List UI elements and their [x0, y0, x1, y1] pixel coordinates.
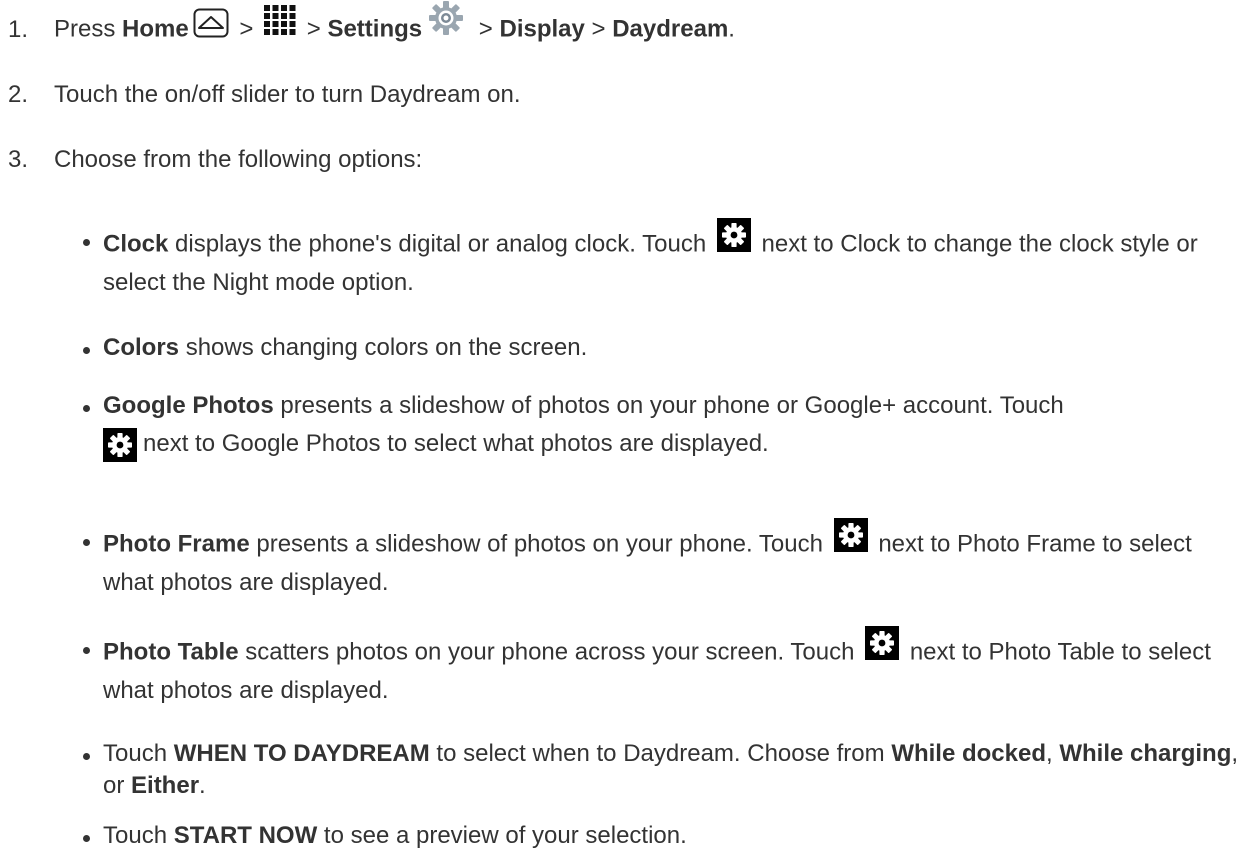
option-text: . — [199, 771, 206, 799]
option-line: next to Google Photos to select what pho… — [103, 427, 1243, 471]
bullet — [83, 646, 90, 654]
separator: > — [591, 15, 606, 43]
step-text: Touch the on/off slider to turn Daydream… — [54, 81, 521, 108]
option-text: Touch — [103, 740, 168, 767]
list-item-when-to-daydream: Touch WHEN TO DAYDREAM to select when to… — [83, 738, 1243, 801]
option-name: WHEN TO DAYDREAM — [173, 740, 430, 767]
option-text: to see a preview of your selection. — [323, 822, 687, 849]
bullet — [83, 238, 90, 246]
gear-icon — [865, 626, 900, 669]
list-item-photo-table: Photo Table scatters photos on your phon… — [83, 626, 1243, 706]
step-2: 2. Touch the on/off slider to turn Daydre… — [8, 79, 521, 111]
step-text: Choose from the following options: — [54, 146, 423, 173]
option-text: displays the phone's digital or analog c… — [175, 230, 707, 258]
option-name: Clock — [103, 230, 169, 258]
home-label: Home — [122, 15, 189, 43]
separator: > — [478, 15, 493, 43]
list-item-colors: Colors shows changing colors on the scre… — [83, 332, 1243, 364]
document-page: 1. Press Home > > Settings > Display > Da… — [0, 0, 1247, 863]
settings-gear-icon — [428, 0, 464, 45]
option-value: While charging — [1059, 740, 1232, 767]
home-icon — [193, 8, 229, 47]
list-item-photo-frame: Photo Frame presents a slideshow of phot… — [83, 518, 1243, 598]
option-name: Colors — [103, 334, 180, 361]
bullet — [83, 404, 90, 412]
list-item-start-now: Touch START NOW to see a preview of your… — [83, 820, 1243, 852]
separator: > — [306, 15, 321, 43]
option-text: , — [1046, 740, 1053, 767]
bullet — [83, 834, 90, 842]
option-text: presents a slideshow of photos on your p… — [256, 530, 823, 558]
display-label: Display — [499, 15, 585, 43]
option-text: to select when to Daydream. Choose from — [436, 740, 885, 767]
option-text: shows changing colors on the screen. — [185, 334, 588, 361]
option-name: START NOW — [173, 822, 318, 849]
period: . — [728, 15, 735, 43]
gear-icon — [833, 518, 868, 561]
list-item-google-photos: Google Photos presents a slideshow of ph… — [83, 390, 1243, 471]
daydream-label: Daydream — [612, 15, 729, 43]
bullet — [83, 752, 90, 760]
bullet — [83, 538, 90, 546]
option-text: Touch — [103, 822, 168, 849]
gear-icon — [103, 427, 137, 471]
apps-grid-icon — [264, 5, 296, 44]
option-name: Google Photos — [103, 392, 274, 419]
list-item-clock: Clock displays the phone's digital or an… — [83, 218, 1243, 298]
step-number: 3. — [8, 146, 29, 173]
option-name: Photo Frame — [103, 530, 250, 558]
step-1: 1. Press Home > > Settings > Display > Da… — [8, 1, 735, 53]
step-3: 3. Choose from the following options: — [8, 144, 422, 176]
separator: > — [239, 15, 254, 43]
step-text: Press — [54, 15, 116, 43]
option-name: Photo Table — [103, 638, 239, 666]
gear-icon — [716, 218, 751, 261]
option-text: next to Google Photos to select what pho… — [143, 429, 769, 457]
option-value: Either — [131, 771, 200, 799]
bullet — [83, 346, 90, 354]
option-text: scatters photos on your phone across you… — [245, 638, 855, 666]
settings-label: Settings — [327, 15, 423, 43]
option-text: presents a slideshow of photos on your p… — [280, 392, 1064, 419]
option-value: While docked — [891, 740, 1046, 767]
step-number: 2. — [8, 81, 29, 108]
step-number: 1. — [8, 15, 29, 43]
